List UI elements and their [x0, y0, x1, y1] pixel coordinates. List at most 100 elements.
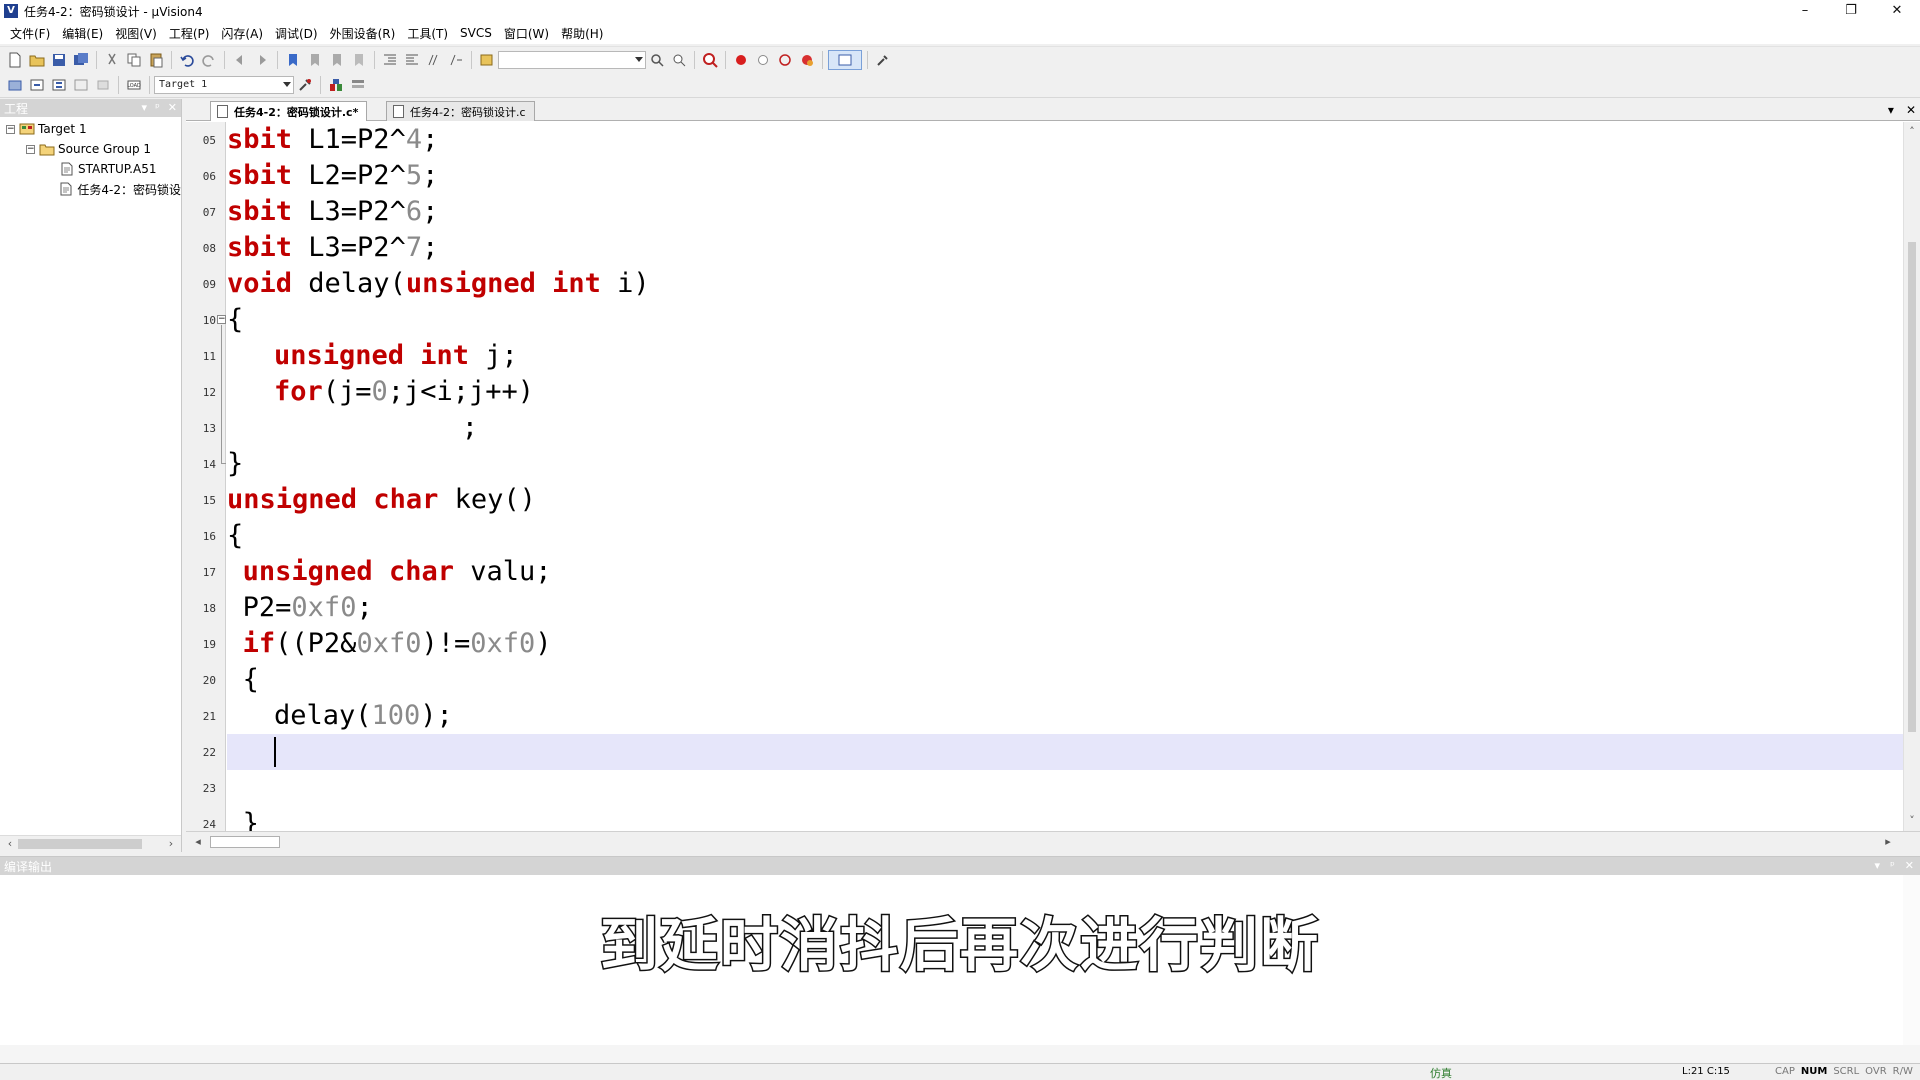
multi-project-icon[interactable]: [348, 75, 368, 95]
rebuild-icon[interactable]: [49, 75, 69, 95]
copy-icon[interactable]: [124, 50, 144, 70]
line-number: 06: [202, 170, 216, 183]
translate-icon[interactable]: [5, 75, 25, 95]
menu-view[interactable]: 视图(V): [109, 25, 163, 42]
status-flag: NUM: [1800, 1066, 1828, 1077]
build-icon[interactable]: [27, 75, 47, 95]
find-in-files-icon[interactable]: [477, 50, 497, 70]
menu-flash[interactable]: 闪存(A): [215, 25, 269, 42]
panel-close-icon[interactable]: ✕: [1905, 857, 1914, 875]
scroll-thumb[interactable]: [18, 839, 142, 849]
tree-item[interactable]: − Target 1: [0, 119, 181, 139]
comment-icon[interactable]: [424, 50, 444, 70]
code-view[interactable]: sbit L1=P2^4; sbit L2=P2^5; sbit L3=P2^6; s…: [227, 122, 1903, 831]
unindent-icon[interactable]: [402, 50, 422, 70]
bookmark-icon[interactable]: [283, 50, 303, 70]
scroll-down-icon[interactable]: ˅: [1904, 813, 1920, 829]
manage-components-icon[interactable]: [326, 75, 346, 95]
scroll-up-icon[interactable]: ˄: [1904, 124, 1920, 140]
toolbar-separator: [374, 50, 375, 69]
menu-window[interactable]: 窗口(W): [498, 25, 555, 42]
batch-build-icon[interactable]: [71, 75, 91, 95]
redo-icon[interactable]: [199, 50, 219, 70]
scroll-left-icon[interactable]: ‹: [2, 836, 18, 852]
pin-icon[interactable]: ᵖ: [1890, 857, 1895, 875]
restore-button[interactable]: ❐: [1828, 0, 1874, 22]
uncomment-icon[interactable]: [446, 50, 466, 70]
toolbar-separator: [694, 50, 695, 69]
cut-icon[interactable]: [102, 50, 122, 70]
paste-icon[interactable]: [146, 50, 166, 70]
status-flag: OVR: [1865, 1066, 1887, 1077]
tab-file[interactable]: 任务4-2：密码锁设计.c: [386, 101, 535, 121]
indent-icon[interactable]: [380, 50, 400, 70]
download-icon[interactable]: LOAD: [124, 75, 144, 95]
editor-area: 任务4-2：密码锁设计.c* 任务4-2：密码锁设计.c ▾ ✕ 05 06 07 0…: [186, 99, 1920, 852]
window-layout-icon[interactable]: [828, 49, 862, 70]
configure-icon[interactable]: [873, 50, 893, 70]
line-number: 14: [202, 458, 216, 471]
code-text: L3=P2^: [292, 232, 406, 263]
tree-item[interactable]: − Source Group 1: [0, 139, 181, 159]
disable-all-breakpoints-icon[interactable]: [775, 50, 795, 70]
scroll-left-icon[interactable]: ◂: [190, 834, 206, 850]
debug-session-icon[interactable]: [700, 50, 720, 70]
close-button[interactable]: ✕: [1874, 0, 1920, 22]
menu-debug[interactable]: 调试(D): [269, 25, 324, 42]
tree-expander-icon[interactable]: −: [26, 144, 35, 154]
minimize-button[interactable]: –: [1782, 0, 1828, 22]
toolbar-separator: [320, 75, 321, 94]
toolbar-separator: [822, 50, 823, 69]
pin-icon[interactable]: ᵖ: [155, 99, 160, 117]
prev-bookmark-icon[interactable]: [305, 50, 325, 70]
menu-edit[interactable]: 编辑(E): [56, 25, 109, 42]
save-icon[interactable]: [49, 50, 69, 70]
project-hscrollbar[interactable]: ‹ ›: [0, 835, 181, 852]
editor-hscrollbar[interactable]: ◂ ▸: [186, 831, 1920, 852]
save-all-icon[interactable]: [71, 50, 91, 70]
code-keyword: sbit: [227, 196, 293, 227]
find-icon[interactable]: [647, 50, 667, 70]
nav-forward-icon[interactable]: [252, 50, 272, 70]
menu-tools[interactable]: 工具(T): [401, 25, 454, 42]
stop-build-icon[interactable]: [93, 75, 113, 95]
open-folder-icon[interactable]: [27, 50, 47, 70]
incremental-find-icon[interactable]: [669, 50, 689, 70]
editor-vscrollbar[interactable]: ˄ ˅: [1903, 122, 1920, 831]
tab-list-icon[interactable]: ▾: [1888, 103, 1894, 117]
tree-item[interactable]: STARTUP.A51: [0, 159, 181, 179]
target-options-icon[interactable]: [295, 75, 315, 95]
panel-menu-icon[interactable]: ▾: [142, 99, 148, 117]
tree-item[interactable]: 任务4-2：密码锁设: [0, 179, 181, 199]
disable-breakpoint-icon[interactable]: [753, 50, 773, 70]
undo-icon[interactable]: [177, 50, 197, 70]
find-combo[interactable]: [498, 50, 646, 69]
menu-file[interactable]: 文件(F): [4, 25, 56, 42]
tab-active-file[interactable]: 任务4-2：密码锁设计.c*: [210, 101, 368, 121]
panel-close-icon[interactable]: ✕: [168, 99, 177, 117]
breakpoint-icon[interactable]: [731, 50, 751, 70]
menu-peripherals[interactable]: 外围设备(R): [324, 25, 402, 42]
panel-menu-icon[interactable]: ▾: [1875, 857, 1881, 875]
build-hscrollbar[interactable]: [0, 1045, 1920, 1063]
tree-expander-icon[interactable]: −: [6, 124, 15, 134]
code-number: 4: [405, 124, 423, 155]
code-keyword: char: [373, 484, 439, 515]
nav-back-icon[interactable]: [230, 50, 250, 70]
clear-bookmarks-icon[interactable]: [349, 50, 369, 70]
fold-toggle-icon[interactable]: −: [217, 315, 226, 324]
menu-svcs[interactable]: SVCS: [454, 26, 498, 40]
scroll-right-icon[interactable]: ›: [163, 836, 179, 852]
scroll-right-icon[interactable]: ▸: [1880, 834, 1896, 850]
kill-breakpoints-icon[interactable]: [797, 50, 817, 70]
target-select[interactable]: Target 1: [154, 75, 294, 94]
menu-help[interactable]: 帮助(H): [555, 25, 609, 42]
scroll-thumb[interactable]: [1908, 242, 1916, 732]
code-line: sbit L2=P2^5;: [227, 158, 438, 194]
code-number: 0: [371, 376, 388, 407]
menu-project[interactable]: 工程(P): [163, 25, 216, 42]
scroll-thumb[interactable]: [210, 836, 280, 848]
next-bookmark-icon[interactable]: [327, 50, 347, 70]
close-tab-icon[interactable]: ✕: [1906, 103, 1916, 117]
new-file-icon[interactable]: [5, 50, 25, 70]
